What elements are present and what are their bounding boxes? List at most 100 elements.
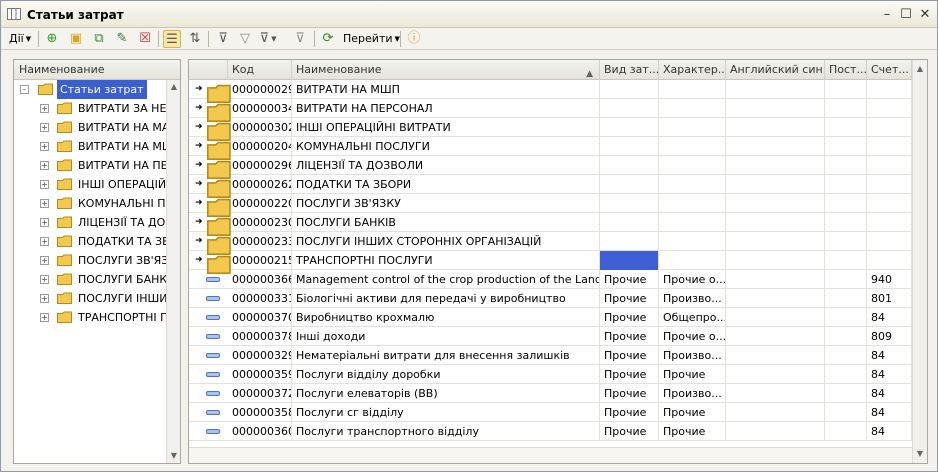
filter-list-icon[interactable]: ⊽ ▼ [259,30,277,48]
table-row-folder[interactable]: ➜ 000000220 ПОСЛУГИ ЗВ'ЯЗКУ [189,194,912,217]
table-row[interactable]: 000000359 Послуги відділу доробки Прочие Пр… [189,365,912,384]
header-name[interactable]: Наименование ▲ [292,60,600,80]
filter-off-icon[interactable]: ▽ [236,30,254,48]
table-row-folder[interactable]: ➜ 000000215 ТРАНСПОРТНІ ПОСЛУГИ [189,251,912,274]
expand-icon[interactable]: + [40,123,49,132]
tree-mode-icon[interactable]: ⇅ [186,30,204,48]
scroll-up-icon[interactable]: ▲ [913,62,927,76]
grid-horizontal-scrollbar[interactable] [189,447,912,463]
grid-scrollbar[interactable]: ▲ ▼ [912,60,927,463]
header-english-synonym[interactable]: Английский син... [726,60,825,80]
actions-menu[interactable]: Дії ▼ [9,30,31,48]
table-row-folder[interactable]: ➜ 000000230 ПОСЛУГИ БАНКІВ [189,213,912,236]
expand-arrow-icon[interactable]: ➜ [195,251,203,270]
expand-icon[interactable]: + [40,180,49,189]
expand-icon[interactable]: + [40,275,49,284]
tree-column-header[interactable]: Наименование [14,60,180,80]
table-row[interactable]: 000000360 Послуги транспортного відділу Пр… [189,422,912,441]
expand-arrow-icon[interactable]: ➜ [195,156,203,175]
expand-arrow-icon[interactable]: ➜ [195,80,203,99]
table-row[interactable]: 000000331 Біологічні активи для передачі … [189,289,912,308]
expand-arrow-icon[interactable]: ➜ [195,213,203,232]
cell-character [659,99,726,118]
cell-name: Management control of the crop productio… [292,270,600,289]
filter-icon[interactable]: ⊽ [214,30,232,48]
expand-icon[interactable]: + [40,256,49,265]
expand-arrow-icon[interactable]: ➜ [195,194,203,213]
cell-english-synonym [726,308,825,327]
cell-english-synonym [726,156,825,175]
header-code[interactable]: Код [228,60,292,80]
expand-icon[interactable]: + [40,313,49,322]
cell-account [867,194,912,213]
table-row-folder[interactable]: ➜ 000000034 ВИТРАТИ НА ПЕРСОНАЛ [189,99,912,122]
expand-arrow-icon[interactable]: ➜ [195,99,203,118]
cell-kind[interactable] [600,175,659,194]
table-row[interactable]: 000000370 Виробництво крохмалю Прочие Общеп… [189,308,912,327]
cell-code: 000000370 [228,308,292,327]
expand-arrow-icon[interactable]: ➜ [195,175,203,194]
table-row-folder[interactable]: ➜ 000000029 ВИТРАТИ НА МШП [189,80,912,103]
table-row-folder[interactable]: ➜ 000000262 ПОДАТКИ ТА ЗБОРИ [189,175,912,198]
cell-name: Послуги сг відділу [292,403,600,422]
goto-menu[interactable]: Перейти ▼ [343,30,400,48]
cell-kind[interactable] [600,118,659,137]
edit-icon[interactable]: ✎ [113,30,131,48]
header-account[interactable]: Счет... [867,60,912,80]
cell-code: 000000331 [228,289,292,308]
expand-arrow-icon[interactable]: ➜ [195,232,203,251]
cell-character [659,251,726,270]
cell-kind[interactable] [600,213,659,232]
delete-icon[interactable]: ☒ [136,30,154,48]
help-icon[interactable]: ⓘ [405,30,423,48]
cell-account [867,118,912,137]
scroll-down-icon[interactable]: ▼ [167,449,180,463]
cell-english-synonym [726,365,825,384]
expand-icon[interactable]: + [40,294,49,303]
collapse-icon[interactable]: – [20,85,29,94]
expand-icon[interactable]: + [40,199,49,208]
table-row[interactable]: 000000372 Послуги елеваторів (ВВ) Прочие Пр… [189,384,912,403]
table-row-folder[interactable]: ➜ 000000296 ЛІЦЕНЗІЇ ТА ДОЗВОЛИ [189,156,912,179]
cell-kind[interactable] [600,251,659,270]
header-post[interactable]: Пост... [825,60,867,80]
table-row-folder[interactable]: ➜ 000000302 ІНШІ ОПЕРАЦІЙНІ ВИТРАТИ [189,118,912,141]
table-row-folder[interactable]: ➜ 000000204 КОМУНАЛЬНІ ПОСЛУГИ [189,137,912,160]
cell-kind[interactable] [600,80,659,99]
scroll-down-icon[interactable]: ▼ [913,447,927,461]
cell-kind[interactable] [600,232,659,251]
table-row-folder[interactable]: ➜ 000000233 ПОСЛУГИ ІНШИХ СТОРОННІХ ОРГАНІ… [189,232,912,255]
cell-kind[interactable] [600,194,659,213]
expand-arrow-icon[interactable]: ➜ [195,137,203,156]
table-row[interactable]: 000000366 Management control of the crop … [189,270,912,289]
cell-kind[interactable] [600,156,659,175]
table-row[interactable]: 000000329 Нематеріальні витрати для внесе… [189,346,912,365]
minimize-icon[interactable]: – [879,7,895,23]
tree-item-label: ВИТРАТИ НА ПЕ [78,159,168,172]
expand-arrow-icon[interactable]: ➜ [195,118,203,137]
close-icon[interactable]: ✕ [917,7,933,23]
table-row[interactable]: 000000358 Послуги сг відділу Прочие Прочие 8… [189,403,912,422]
expand-icon[interactable]: + [40,142,49,151]
tree-scrollbar[interactable]: ▲ ▼ [166,80,180,463]
refresh-icon[interactable]: ⟳ [319,30,337,48]
expand-icon[interactable]: + [40,218,49,227]
expand-icon[interactable]: + [40,104,49,113]
cell-post [825,270,867,289]
expand-icon[interactable]: + [40,161,49,170]
maximize-icon[interactable]: ☐ [898,7,914,23]
expand-icon[interactable]: + [40,237,49,246]
header-kind[interactable]: Вид зат... [600,60,659,80]
add-folder-icon[interactable]: ▣ [67,30,85,48]
table-row[interactable]: 000000378 Інші доходи Прочие Прочие о... 809 [189,327,912,346]
add-icon[interactable]: ⊕ [43,30,61,48]
hierarchy-view-icon[interactable]: ☰ [163,30,181,48]
header-character[interactable]: Характер... [659,60,726,80]
clear-filter-icon[interactable]: ⊽ [291,30,309,48]
cell-kind: Прочие [600,346,659,365]
grid-panel: Код Наименование ▲ Вид зат... Характер..… [188,59,928,464]
copy-icon[interactable]: ⧉ [90,30,108,48]
cell-kind[interactable] [600,99,659,118]
cell-kind[interactable] [600,137,659,156]
scroll-up-icon[interactable]: ▲ [167,80,180,94]
